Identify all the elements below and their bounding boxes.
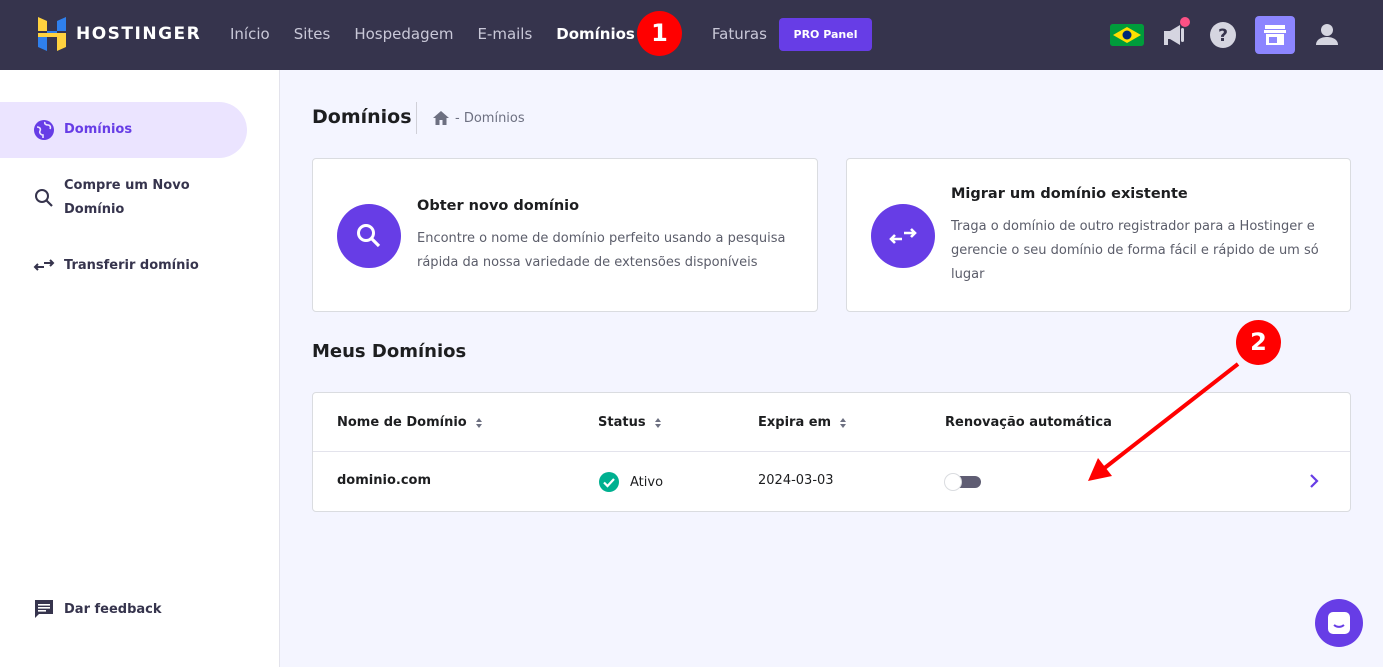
- pro-panel-button[interactable]: PRO Panel: [779, 18, 872, 51]
- column-header-auto-renew: Renovação automática: [945, 415, 1112, 430]
- column-header-label: Expira em: [758, 415, 832, 430]
- store-glyph: [1264, 25, 1286, 45]
- sidebar-item-label-line2: Domínio: [64, 202, 125, 217]
- main-nav: Início Sites Hospedagem E-mails Domínios…: [230, 24, 791, 44]
- feedback-link[interactable]: Dar feedback: [33, 598, 162, 620]
- announcement-icon[interactable]: [1158, 17, 1194, 53]
- column-header-label: Status: [598, 415, 646, 430]
- sidebar-item-label: Transferir domínio: [64, 258, 199, 273]
- search-icon: [35, 189, 53, 207]
- chat-support-button[interactable]: [1315, 599, 1363, 647]
- sort-icon: [654, 417, 661, 428]
- my-domains-title: Meus Domínios: [312, 341, 467, 362]
- domains-table: Nome de Domínio Status Expira em Renovaç…: [312, 392, 1351, 512]
- question-icon: ?: [1210, 22, 1236, 48]
- card-description-line2: rápida da nossa variedade de extensões d…: [417, 255, 758, 270]
- megaphone-icon: [1164, 17, 1190, 45]
- account-icon[interactable]: [1309, 17, 1345, 53]
- card-icon-circle: [337, 204, 401, 268]
- migrate-domain-card[interactable]: Migrar um domínio existente Traga o domí…: [846, 158, 1351, 312]
- column-header-status[interactable]: Status: [598, 415, 662, 430]
- column-header-label: Nome de Domínio: [337, 415, 467, 430]
- feedback-label: Dar feedback: [64, 601, 162, 617]
- hostinger-logo-icon: [38, 17, 66, 51]
- sidebar-item-label: Domínios: [64, 122, 133, 137]
- annotation-marker-1: 1: [637, 11, 682, 56]
- nav-item-sites[interactable]: Sites: [294, 24, 331, 44]
- transfer-icon: [33, 259, 55, 271]
- column-header-label: Renovação automática: [945, 415, 1112, 430]
- card-description: Traga o domínio de outro registrador par…: [951, 215, 1331, 287]
- transfer-icon: [889, 228, 917, 244]
- sidebar-item-label-line1: Compre um Novo: [64, 178, 190, 193]
- card-description-line2: gerencie o seu domínio de forma fácil e …: [951, 243, 1319, 258]
- nav-item-faturas[interactable]: Faturas: [712, 24, 767, 44]
- column-header-expires[interactable]: Expira em: [758, 415, 847, 430]
- nav-item-emails[interactable]: E-mails: [477, 24, 532, 44]
- card-description-line1: Encontre o nome de domínio perfeito usan…: [417, 231, 786, 246]
- chevron-right-icon[interactable]: [1306, 472, 1322, 490]
- home-icon[interactable]: [432, 110, 450, 126]
- sidebar-item-label-wrap: Compre um Novo Domínio: [64, 174, 190, 222]
- column-header-domain[interactable]: Nome de Domínio: [337, 415, 483, 430]
- sidebar-item-buy-domain[interactable]: Compre um Novo Domínio: [0, 174, 247, 222]
- chat-icon: [1328, 612, 1350, 634]
- page-title: Domínios: [312, 106, 412, 128]
- sidebar-item-transfer[interactable]: Transferir domínio: [0, 254, 247, 278]
- hostinger-logo[interactable]: HOSTINGER: [38, 17, 201, 51]
- nav-item-dominios[interactable]: Domínios: [556, 24, 635, 44]
- status-label: Ativo: [630, 474, 664, 490]
- card-description: Encontre o nome de domínio perfeito usan…: [417, 227, 797, 275]
- breadcrumb-divider: [416, 102, 417, 134]
- nav-item-inicio[interactable]: Início: [230, 24, 270, 44]
- domain-status: Ativo: [598, 471, 663, 493]
- svg-text:?: ?: [1218, 26, 1228, 46]
- card-title: Obter novo domínio: [417, 198, 580, 214]
- card-description-line3: lugar: [951, 267, 985, 282]
- card-icon-circle: [871, 204, 935, 268]
- get-new-domain-card[interactable]: Obter novo domínio Encontre o nome de do…: [312, 158, 818, 312]
- help-icon[interactable]: ?: [1205, 17, 1241, 53]
- check-circle-icon: [599, 472, 619, 492]
- domain-expiry: 2024-03-03: [758, 473, 834, 488]
- user-icon: [1316, 24, 1338, 45]
- feedback-icon: [35, 600, 53, 618]
- globe-icon: [34, 120, 54, 140]
- annotation-marker-2: 2: [1236, 320, 1281, 365]
- sort-icon: [475, 417, 482, 428]
- brazil-flag-icon[interactable]: [1110, 24, 1144, 46]
- search-icon: [357, 224, 381, 248]
- top-navbar: HOSTINGER Início Sites Hospedagem E-mail…: [0, 0, 1383, 70]
- brand-name: HOSTINGER: [76, 24, 202, 44]
- sort-icon: [840, 417, 847, 428]
- brazil-flag-graphic: [1110, 24, 1144, 46]
- sidebar-item-dominios[interactable]: Domínios: [0, 102, 247, 158]
- card-title: Migrar um domínio existente: [951, 186, 1188, 202]
- table-header: Nome de Domínio Status Expira em Renovaç…: [313, 393, 1350, 452]
- store-icon[interactable]: [1255, 16, 1295, 54]
- domain-name[interactable]: dominio.com: [337, 473, 431, 488]
- breadcrumb: - Domínios: [432, 110, 525, 126]
- nav-item-hospedagem[interactable]: Hospedagem: [354, 24, 453, 44]
- sidebar: Domínios Compre um Novo Domínio Transfer…: [0, 70, 280, 667]
- breadcrumb-current: - Domínios: [455, 110, 525, 126]
- card-description-line1: Traga o domínio de outro registrador par…: [951, 219, 1315, 234]
- auto-renew-toggle[interactable]: [943, 473, 981, 491]
